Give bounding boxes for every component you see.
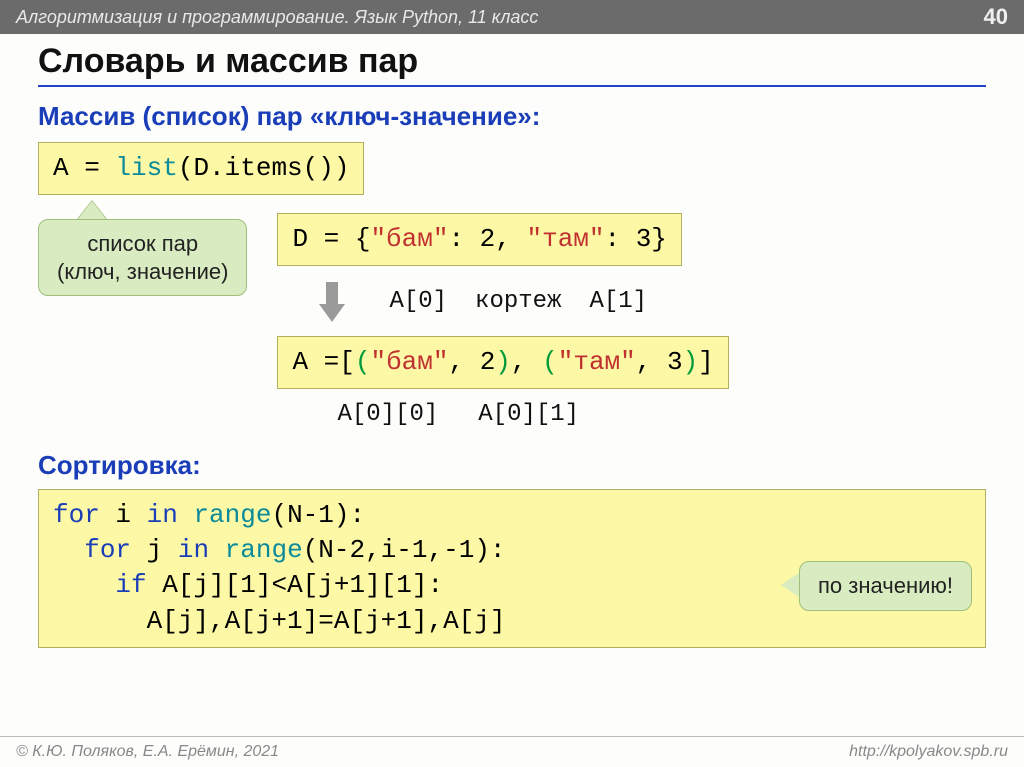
annot-a0: A[0] <box>389 288 447 315</box>
tuple-annotation: A[0] кортеж A[1] <box>389 288 647 315</box>
row-callout-code: список пар (ключ, значение) D = {"бам": … <box>38 213 986 428</box>
callout-line-1: список пар <box>57 230 228 258</box>
section-heading-2: Сортировка: <box>38 450 986 481</box>
sort-section: for i in range(N-1): for j in range(N-2,… <box>38 489 986 647</box>
annot-tuple-label: кортеж <box>475 288 561 315</box>
code-block-dict: D = {"бам": 2, "там": 3} <box>277 213 681 266</box>
index-annotation: A[0][0] A[0][1] <box>337 401 986 428</box>
arrow-annot-row: A[0] кортеж A[1] <box>277 276 986 326</box>
slide-title: Словарь и массив пар <box>38 42 986 81</box>
callout-box-2: по значению! <box>799 561 972 611</box>
arrow-down-icon <box>317 282 349 322</box>
callout-list-pairs: список пар (ключ, значение) <box>38 219 247 296</box>
copyright: © К.Ю. Поляков, Е.А. Ерёмин, 2021 <box>16 743 279 761</box>
callout-by-value: по значению! <box>799 561 972 611</box>
callout-line-2: (ключ, значение) <box>57 258 228 286</box>
source-url: http://kpolyakov.spb.ru <box>849 743 1008 761</box>
annot-a00: A[0][0] <box>337 401 438 428</box>
slide-footer: © К.Ю. Поляков, Е.А. Ерёмин, 2021 http:/… <box>0 736 1024 767</box>
code-block-list-result: A =[("бам", 2), ("там", 3)] <box>277 336 728 389</box>
annot-a01: A[0][1] <box>478 401 579 428</box>
code-block-list-items: A = list(D.items()) <box>38 142 364 195</box>
page-number: 40 <box>984 4 1008 30</box>
course-title: Алгоритмизация и программирование. Язык … <box>16 7 538 28</box>
slide-header: Алгоритмизация и программирование. Язык … <box>0 0 1024 34</box>
annot-a1: A[1] <box>589 288 647 315</box>
slide-content: Словарь и массив пар Массив (список) пар… <box>0 34 1024 648</box>
title-underline <box>38 85 986 87</box>
code-stack: D = {"бам": 2, "там": 3} A[0] кортеж A[1… <box>277 213 986 428</box>
section-heading-1: Массив (список) пар «ключ-значение»: <box>38 101 986 132</box>
callout-box: список пар (ключ, значение) <box>38 219 247 296</box>
